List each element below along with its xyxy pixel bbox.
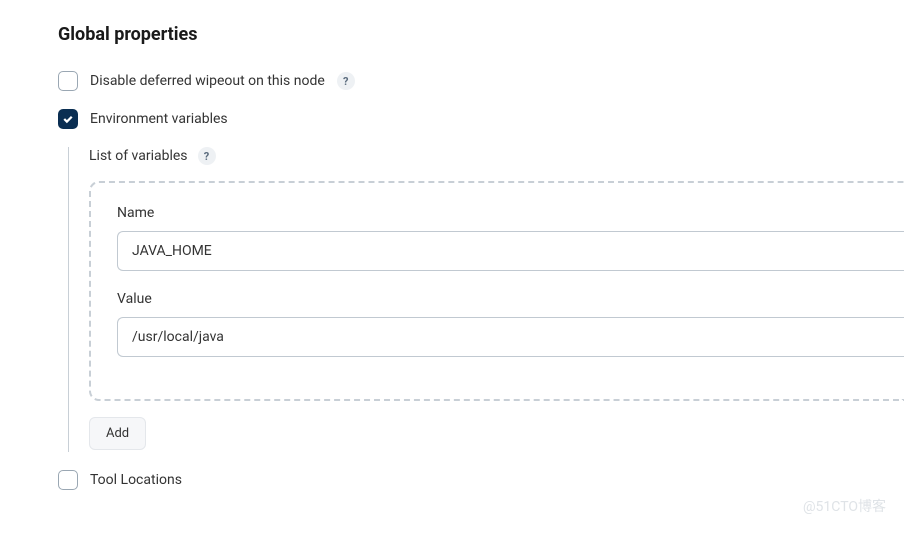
help-icon[interactable]: ?: [337, 72, 355, 90]
option-disable-wipeout: Disable deferred wipeout on this node ?: [58, 71, 904, 91]
help-icon[interactable]: ?: [198, 147, 216, 165]
watermark: @51CTO博客: [803, 496, 886, 516]
option-label-tool-locations: Tool Locations: [90, 472, 182, 488]
value-input[interactable]: [117, 317, 904, 357]
checkbox-env-vars[interactable]: [58, 109, 78, 129]
name-label: Name: [117, 205, 904, 221]
name-input[interactable]: [117, 231, 904, 271]
check-icon: [62, 113, 74, 125]
variable-entry-panel: Name Value: [89, 181, 904, 401]
option-label-disable-wipeout: Disable deferred wipeout on this node: [90, 73, 325, 89]
list-of-variables-header: List of variables ?: [89, 147, 904, 165]
list-of-variables-label: List of variables: [89, 148, 188, 164]
checkbox-tool-locations[interactable]: [58, 470, 78, 490]
checkbox-disable-wipeout[interactable]: [58, 71, 78, 91]
value-label: Value: [117, 291, 904, 307]
value-field-group: Value: [117, 291, 904, 357]
section-title: Global properties: [58, 24, 904, 45]
name-field-group: Name: [117, 205, 904, 271]
option-env-vars: Environment variables: [58, 109, 904, 129]
add-button[interactable]: Add: [89, 417, 146, 450]
option-tool-locations: Tool Locations: [58, 470, 904, 490]
option-label-env-vars: Environment variables: [90, 111, 228, 127]
env-vars-nested-block: List of variables ? Name Value Add: [68, 147, 904, 452]
